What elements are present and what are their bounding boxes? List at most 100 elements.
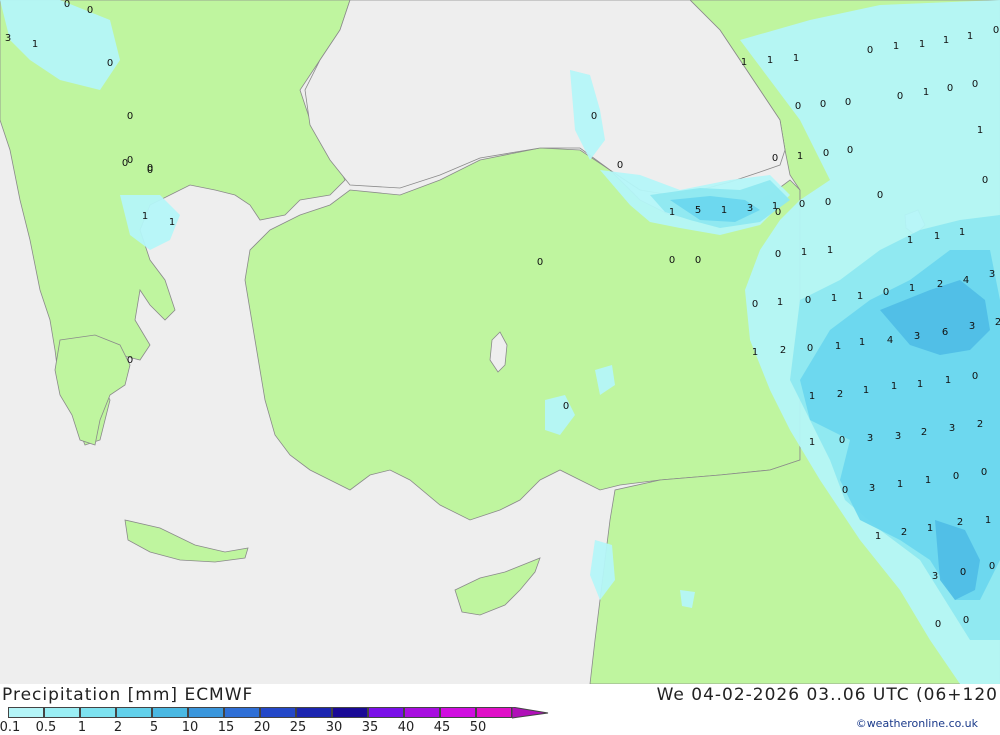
legend-swatch <box>476 707 512 718</box>
legend-arrow-icon <box>512 707 549 719</box>
precip-value-label: 0 <box>953 471 959 482</box>
legend-swatch <box>44 707 80 718</box>
precip-value-label: 1 <box>857 291 863 302</box>
precip-value-label: 0 <box>989 561 995 572</box>
precip-value-label: 1 <box>985 515 991 526</box>
precip-value-label: 1 <box>669 207 675 218</box>
precip-value-label: 2 <box>837 389 843 400</box>
precip-value-label: 0 <box>695 255 701 266</box>
precip-value-label: 0 <box>147 163 153 174</box>
precip-value-label: 0 <box>537 257 543 268</box>
precip-value-label: 1 <box>741 57 747 68</box>
precip-value-label: 2 <box>957 517 963 528</box>
precip-value-label: 0 <box>825 197 831 208</box>
precip-value-label: 1 <box>909 283 915 294</box>
precip-value-label: 1 <box>945 375 951 386</box>
precip-value-label: 1 <box>897 479 903 490</box>
precip-value-label: 1 <box>809 391 815 402</box>
precip-value-label: 1 <box>767 55 773 66</box>
precip-value-label: 1 <box>752 347 758 358</box>
precip-value-label: 0 <box>839 435 845 446</box>
precip-value-label: 1 <box>831 293 837 304</box>
precip-value-label: 3 <box>867 433 873 444</box>
precip-value-label: 1 <box>32 39 38 50</box>
precip-value-label: 1 <box>797 151 803 162</box>
legend-swatch <box>8 707 44 718</box>
precip-value-label: 0 <box>947 83 953 94</box>
precip-value-label: 0 <box>845 97 851 108</box>
precip-value-label: 1 <box>827 245 833 256</box>
precip-value-label: 1 <box>934 231 940 242</box>
precip-value-label: 2 <box>995 317 1000 328</box>
precip-value-label: 0 <box>877 190 883 201</box>
precip-value-label: 3 <box>747 203 753 214</box>
precip-value-label: 0 <box>963 615 969 626</box>
precip-value-label: 0 <box>842 485 848 496</box>
precip-value-label: 6 <box>942 327 948 338</box>
precip-value-label: 1 <box>967 31 973 42</box>
legend-swatch <box>332 707 368 718</box>
precip-value-label: 1 <box>793 53 799 64</box>
precip-value-label: 0 <box>127 155 133 166</box>
precip-value-label: 0 <box>993 25 999 36</box>
precip-value-label: 3 <box>989 269 995 280</box>
precip-value-label: 4 <box>887 335 893 346</box>
map-footer: Precipitation [mm] ECMWF We 04-02-2026 0… <box>0 684 1000 735</box>
legend-swatch <box>224 707 260 718</box>
precip-value-label: 1 <box>777 297 783 308</box>
precip-value-label: 1 <box>863 385 869 396</box>
precip-value-label: 0 <box>752 299 758 310</box>
precip-value-label: 0 <box>127 111 133 122</box>
precip-value-label: 3 <box>932 571 938 582</box>
precip-value-label: 2 <box>901 527 907 538</box>
precip-value-label: 0 <box>960 567 966 578</box>
precip-value-label: 0 <box>820 99 826 110</box>
precip-value-label: 0 <box>867 45 873 56</box>
precip-value-label: 4 <box>963 275 969 286</box>
precip-value-label: 3 <box>949 423 955 434</box>
map-title: Precipitation [mm] ECMWF <box>2 685 254 705</box>
precip-value-label: 0 <box>669 255 675 266</box>
precip-value-label: 2 <box>921 427 927 438</box>
precip-value-label: 0 <box>563 401 569 412</box>
precip-value-label: 1 <box>891 381 897 392</box>
precip-value-label: 1 <box>959 227 965 238</box>
precip-value-label: 0 <box>847 145 853 156</box>
precip-value-label: 2 <box>977 419 983 430</box>
precip-value-label: 0 <box>883 287 889 298</box>
legend-swatch <box>116 707 152 718</box>
precip-value-label: 1 <box>893 41 899 52</box>
precip-value-label: 1 <box>721 205 727 216</box>
precip-value-label: 3 <box>895 431 901 442</box>
precip-value-label: 0 <box>981 467 987 478</box>
precip-value-label: 1 <box>169 217 175 228</box>
precipitation-map: 3 1 0 0 0 0 0 0 1 1 0 0 0 0 1 0 5 1 3 1 0 0 1 0 0 0 0 0 1 1 1 1 0 1 1 1 0 0 0 0… <box>0 0 1000 684</box>
legend-swatch <box>260 707 296 718</box>
legend-swatch <box>296 707 332 718</box>
precip-value-label: 3 <box>969 321 975 332</box>
precip-value-label: 0 <box>64 0 70 10</box>
precip-value-label: 0 <box>775 249 781 260</box>
precip-value-label: 3 <box>869 483 875 494</box>
credit-link[interactable]: ©weatheronline.co.uk <box>856 717 978 730</box>
legend-swatch <box>368 707 404 718</box>
precip-value-label: 3 <box>914 331 920 342</box>
precip-value-label: 0 <box>982 175 988 186</box>
precip-value-label: 1 <box>943 35 949 46</box>
precip-value-label: 0 <box>807 343 813 354</box>
precip-value-label: 5 <box>695 205 701 216</box>
precip-value-label: 1 <box>835 341 841 352</box>
precip-value-label: 1 <box>925 475 931 486</box>
precip-value-label: 0 <box>972 371 978 382</box>
precip-value-label: 1 <box>801 247 807 258</box>
legend-swatch <box>152 707 188 718</box>
precip-value-label: 2 <box>937 279 943 290</box>
precip-value-label: 1 <box>875 531 881 542</box>
precip-value-label: 0 <box>772 153 778 164</box>
precip-value-label: 0 <box>823 148 829 159</box>
precip-value-label: 0 <box>591 111 597 122</box>
precip-value-label: 0 <box>107 58 113 69</box>
precip-value-label: 0 <box>805 295 811 306</box>
forecast-time: We 04-02-2026 03..06 UTC (06+120 <box>656 685 998 705</box>
precip-value-label: 1 <box>859 337 865 348</box>
